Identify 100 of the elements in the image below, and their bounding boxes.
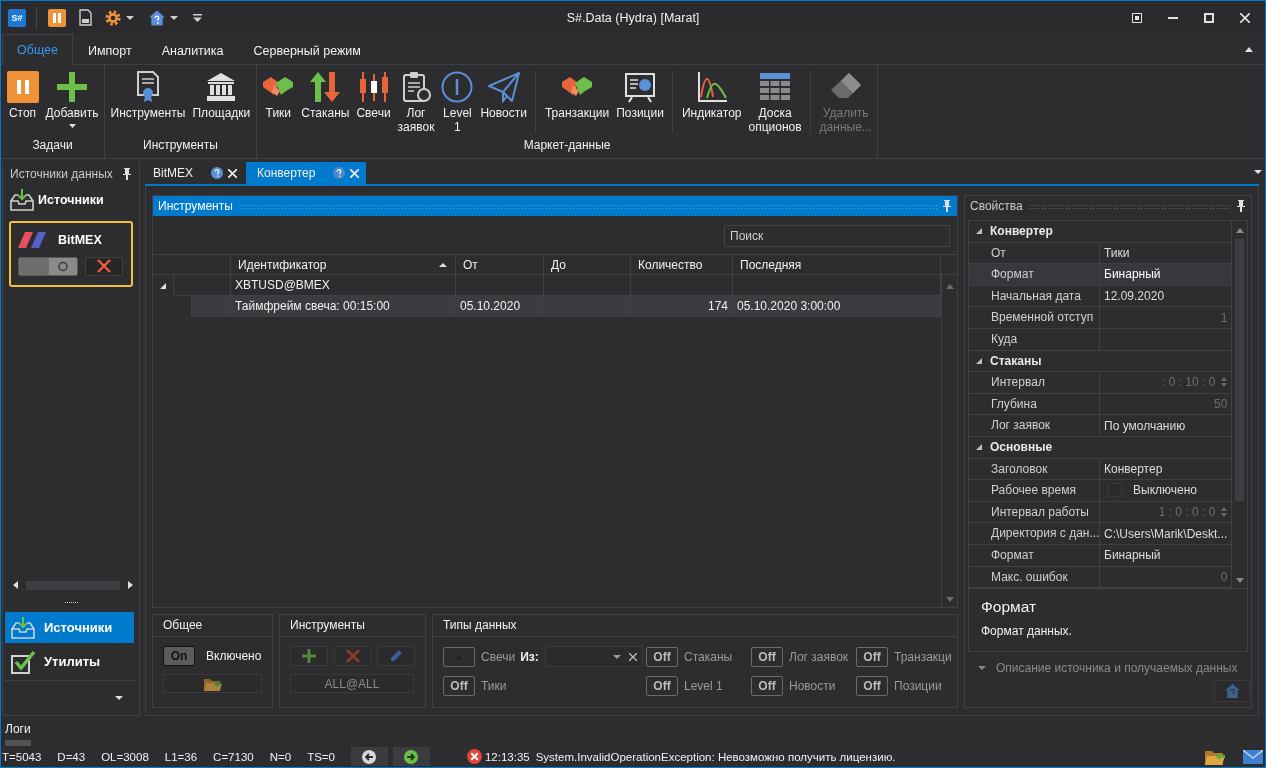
caret-icon[interactable] [126,15,134,20]
column-header[interactable]: Количество [631,255,733,274]
add-button[interactable] [290,646,328,666]
toggle-button[interactable]: Off [856,646,888,667]
pin-icon[interactable] [1237,200,1246,212]
data-type-label: Лог заявок [789,649,849,664]
ribbon-button[interactable]: Стоп [3,71,42,120]
source-info-expander[interactable]: Описание источника и получаемых данных [965,652,1252,675]
caret-icon[interactable] [612,654,621,659]
document-icon[interactable] [79,9,92,26]
ribbon-button[interactable]: Добавить [42,71,103,128]
pin-icon[interactable] [123,167,131,180]
ribbon-button[interactable]: Транзакции [541,71,613,120]
back-button[interactable] [350,747,388,766]
house-help-icon[interactable] [149,9,165,26]
toggle-button[interactable]: Off [646,646,678,667]
delete-icon [97,259,111,273]
column-header[interactable]: До [544,255,631,274]
envelope-icon[interactable] [1243,749,1263,764]
ribbon-button[interactable]: Лог заявок [394,71,438,134]
tab-label[interactable]: Конвертер [257,166,316,180]
property-row[interactable]: Директория с дан... C:\Users\Marik\Deskt... [969,523,1232,545]
ribbon-tab[interactable]: Серверный режим [238,35,376,65]
ribbon-button[interactable]: Инструменты [107,71,189,120]
property-row[interactable]: Глубина 50 [969,393,1232,416]
toggle-button[interactable]: Off [856,676,888,696]
open-folder-button[interactable] [163,674,262,693]
property-row[interactable]: Временной отступ 1 [969,307,1232,329]
column-header[interactable]: От [456,255,544,274]
remove-button[interactable] [85,256,123,276]
property-row[interactable]: Начальная дата 12.09.2020 [969,285,1232,308]
caret-icon[interactable] [170,15,178,20]
source-card[interactable]: BitMEX [9,221,133,287]
toggle-button[interactable]: Off [751,646,783,667]
expand-toggle-icon[interactable] [976,228,982,235]
toggle-button[interactable]: Off [443,676,475,696]
ribbon-button[interactable]: Тики [258,71,298,120]
spinner-arrows-icon[interactable] [1221,506,1228,518]
spinner-arrows-icon[interactable] [1221,376,1228,389]
vertical-scrollbar[interactable] [941,275,957,607]
ribbon-button[interactable]: Свечи [352,71,395,120]
ribbon-button[interactable]: Индикатор [678,71,745,120]
instrument-filter-button[interactable]: ALL@ALL [290,674,414,693]
presentation-board-icon [624,71,657,103]
property-row[interactable]: Макс. ошибок 0 [969,566,1232,589]
ribbon-tab[interactable]: Аналитика [146,35,239,65]
caret-icon[interactable] [1254,170,1262,174]
toggle-button[interactable] [443,646,475,667]
scroll-down-icon[interactable] [1235,578,1244,583]
ribbon-tab[interactable]: Импорт [72,35,147,65]
ribbon-button[interactable]: Позиции [612,71,668,120]
property-row[interactable]: Интервал : 0 : 10 : 0 [969,372,1232,394]
scroll-down-icon[interactable] [945,597,954,602]
close-icon[interactable] [228,168,237,178]
property-row[interactable]: Рабочее время Выключено [969,480,1232,502]
scroll-left-icon[interactable] [13,581,18,589]
document-tab[interactable]: Конвертер [246,162,367,184]
property-row[interactable]: Интервал работы 1 : 0 : 0 : 0 [969,501,1232,524]
collapse-ribbon-icon[interactable] [1245,47,1253,52]
expand-toggle-icon[interactable] [160,282,166,289]
property-row[interactable]: Формат Бинарный [969,544,1232,567]
tab-label[interactable]: BitMEX [153,166,193,180]
ribbon-button[interactable]: Доска опционов [745,71,806,134]
toggle-switch[interactable] [18,256,78,276]
property-name: Директория с дан... [987,523,1100,544]
delete-icon [345,649,360,663]
document-tab[interactable]: BitMEX [145,162,244,184]
group-title: Инструменты [280,615,425,637]
ribbon-tab[interactable]: Общее [2,34,73,65]
caret-icon[interactable] [115,696,123,700]
forward-button[interactable] [392,747,430,766]
column-header[interactable]: Последняя [733,255,941,274]
ribbon-button[interactable]: Стаканы [297,71,353,120]
ribbon-button[interactable]: Новости [476,71,531,120]
property-row[interactable]: Лог заявок По умолчанию [969,415,1232,437]
toggle-button[interactable]: Off [751,676,783,696]
toggle-button[interactable]: Off [646,676,678,696]
help-icon[interactable] [211,167,223,179]
nav-item[interactable]: Источники [5,612,134,643]
customize-caret-icon[interactable] [193,13,202,22]
property-row[interactable]: Куда [969,328,1232,351]
checkbox-check-icon [10,649,36,674]
gear-icon[interactable] [105,9,121,26]
table-row[interactable]: Таймфрейм свеча: 00:15:00 05.10.2020 174 05.10.2020 3:00:00 [191,296,941,317]
scroll-up-icon[interactable] [1235,228,1244,233]
clear-icon[interactable] [628,652,637,661]
property-row[interactable]: Формат Бинарный [969,264,1232,286]
nav-item[interactable]: Утилиты [5,646,134,677]
expand-toggle-icon[interactable] [976,357,982,364]
pause-icon[interactable] [48,8,66,27]
search-field[interactable]: Поиск [724,225,950,247]
folder-icon[interactable] [1205,748,1225,765]
ribbon-button[interactable]: Площадки [188,71,254,120]
scroll-right-icon[interactable] [128,581,133,589]
column-header[interactable]: Идентификатор [231,255,456,274]
logs-tab[interactable]: Логи [1,722,31,736]
expand-toggle-icon[interactable] [976,444,982,451]
ribbon-button[interactable]: Level 1 [437,71,477,134]
scroll-up-icon[interactable] [945,284,954,289]
property-row[interactable]: Заголовок Конвертер [969,458,1232,481]
